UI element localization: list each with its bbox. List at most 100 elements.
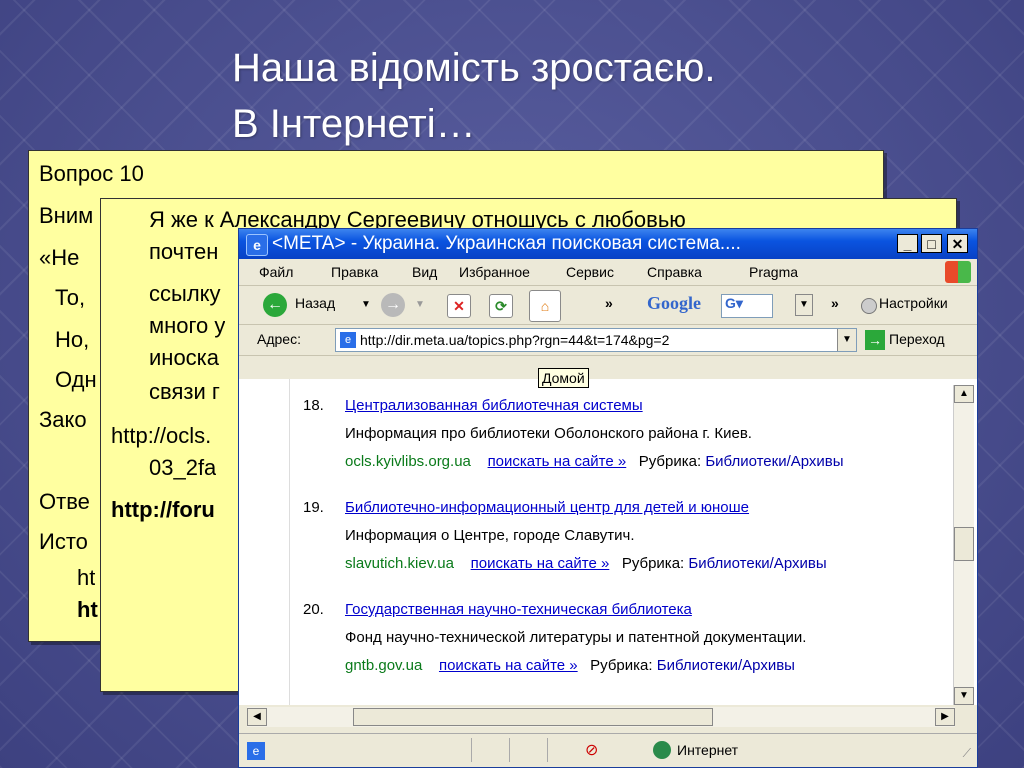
go-button[interactable]: Переход [889, 331, 945, 347]
search-on-site-link[interactable]: поискать на сайте » [471, 555, 610, 572]
menu-bar: Файл Правка Вид Избранное Сервис Справка… [239, 259, 977, 286]
note1-line: Вопрос 10 [39, 161, 144, 186]
status-bar: e ⊘ Интернет ⟋ [239, 733, 977, 767]
forward-dropdown-icon[interactable]: ▼ [415, 299, 425, 310]
menu-tools[interactable]: Сервис [566, 259, 614, 285]
result-number: 18. [303, 397, 324, 414]
result-meta: gntb.gov.ua поискать на сайте » Рубрика:… [345, 657, 795, 674]
status-pane [547, 738, 584, 762]
back-arrow-icon[interactable]: ← [263, 293, 287, 317]
scroll-down-icon[interactable]: ▼ [954, 687, 974, 705]
menu-help[interactable]: Справка [647, 259, 702, 285]
note1-line: Отве [39, 489, 90, 514]
result-domain: gntb.gov.ua [345, 657, 423, 674]
settings-button[interactable]: Настройки [879, 295, 948, 311]
ie-icon: e [246, 234, 268, 256]
note1-line: «Не [39, 245, 80, 270]
note2-line: связи г [149, 379, 220, 404]
minimize-button[interactable]: _ [897, 234, 918, 253]
note2-line: ссылку [149, 281, 221, 306]
note1-line: Одн [55, 367, 97, 392]
note2-line: иноска [149, 345, 220, 370]
result-domain: ocls.kyivlibs.org.ua [345, 453, 471, 470]
slide-title-line1: Наша відомість зростаєю. [232, 46, 716, 90]
note1-line: То, [55, 285, 86, 310]
horizontal-scrollbar[interactable]: ◀ ▶ [247, 707, 955, 727]
result-title-link[interactable]: Централизованная библиотечная системы [345, 397, 643, 414]
note1-line: Но, [55, 327, 90, 352]
address-url: http://dir.meta.ua/topics.php?rgn=44&t=1… [360, 332, 670, 348]
note1-line: ht [77, 565, 96, 590]
search-on-site-link[interactable]: поискать на сайте » [488, 453, 627, 470]
home-icon[interactable]: ⌂ [529, 290, 561, 322]
address-input[interactable]: e http://dir.meta.ua/topics.php?rgn=44&t… [335, 328, 857, 352]
scroll-thumb[interactable] [954, 527, 974, 561]
vertical-scrollbar[interactable]: ▲ ▼ [953, 385, 974, 705]
resize-grip-icon[interactable]: ⟋ [963, 746, 971, 761]
browser-titlebar[interactable]: e <META> - Украина. Украинская поисковая… [239, 229, 977, 259]
google-dropdown-icon[interactable]: ▼ [795, 294, 813, 316]
rubric-link[interactable]: Библиотеки/Архивы [688, 555, 826, 572]
slide-title: Наша відомість зростаєю. В Інтернеті… [232, 40, 715, 152]
back-button[interactable]: Назад [295, 295, 335, 311]
address-bar: Адрес: e http://dir.meta.ua/topics.php?r… [239, 325, 977, 356]
stop-icon[interactable]: ✕ [447, 294, 471, 318]
status-pane [471, 738, 508, 762]
scroll-left-icon[interactable]: ◀ [247, 708, 267, 726]
globe-icon [653, 741, 671, 759]
menu-edit[interactable]: Правка [331, 259, 378, 285]
internet-zone-label: Интернет [677, 742, 739, 758]
maximize-button[interactable]: □ [921, 234, 942, 253]
back-dropdown-icon[interactable]: ▼ [361, 299, 371, 310]
note1-line: Исто [39, 529, 88, 554]
note1-line: ht [77, 597, 98, 622]
close-button[interactable]: ✕ [947, 234, 968, 253]
note2-line: много у [149, 313, 226, 338]
address-dropdown-icon[interactable]: ▼ [837, 329, 856, 351]
toolbar-chevron-2[interactable]: » [831, 295, 839, 311]
result-domain: slavutich.kiev.ua [345, 555, 454, 572]
browser-title: <META> - Украина. Украинская поисковая с… [272, 233, 741, 254]
scroll-right-icon[interactable]: ▶ [935, 708, 955, 726]
scroll-up-icon[interactable]: ▲ [954, 385, 974, 403]
forward-arrow-icon[interactable]: → [381, 293, 405, 317]
note2-link: http://ocls. [111, 423, 212, 448]
result-number: 19. [303, 499, 324, 516]
result-meta: slavutich.kiev.ua поискать на сайте » Ру… [345, 555, 827, 572]
home-tooltip: Домой [538, 368, 589, 388]
menu-favorites[interactable]: Избранное [459, 259, 530, 285]
popup-blocked-icon[interactable]: ⊘ [585, 740, 605, 760]
result-meta: ocls.kyivlibs.org.ua поискать на сайте »… [345, 453, 844, 470]
result-description: Информация о Центре, городе Славутич. [345, 527, 635, 544]
result-title-link[interactable]: Библиотечно-информационный центр для дет… [345, 499, 749, 516]
go-arrow-icon[interactable]: → [865, 330, 885, 350]
note2-line: почтен [149, 239, 219, 264]
rubric-label: Рубрика: [638, 453, 702, 470]
google-logo: Google [647, 293, 701, 313]
settings-radio-icon[interactable] [861, 298, 877, 314]
horizontal-scroll-thumb[interactable] [353, 708, 713, 726]
windows-logo-icon [945, 261, 971, 283]
rubric-link[interactable]: Библиотеки/Архивы [657, 657, 795, 674]
result-title-link[interactable]: Государственная научно-техническая библи… [345, 601, 692, 618]
note1-line: Вним [39, 203, 94, 228]
result-description: Фонд научно-технической литературы и пат… [345, 629, 807, 646]
slide-title-line2: В Інтернеті… [232, 102, 476, 146]
left-pane [239, 379, 290, 705]
status-pane [509, 738, 546, 762]
page-status-icon: e [247, 742, 265, 760]
toolbar-chevron[interactable]: » [605, 295, 613, 311]
result-description: Информация про библиотеки Оболонского ра… [345, 425, 752, 442]
note1-line: Зако [39, 407, 87, 432]
page-content: 18. Централизованная библиотечная систем… [239, 379, 977, 705]
search-on-site-link[interactable]: поискать на сайте » [439, 657, 578, 674]
refresh-icon[interactable]: ⟳ [489, 294, 513, 318]
rubric-link[interactable]: Библиотеки/Архивы [705, 453, 843, 470]
menu-file[interactable]: Файл [259, 259, 293, 285]
page-icon: e [340, 332, 356, 348]
menu-pragma[interactable]: Pragma [749, 259, 798, 285]
menu-view[interactable]: Вид [412, 259, 437, 285]
result-number: 20. [303, 601, 324, 618]
note2-link: http://foru [111, 497, 215, 522]
address-label: Адрес: [257, 331, 301, 347]
